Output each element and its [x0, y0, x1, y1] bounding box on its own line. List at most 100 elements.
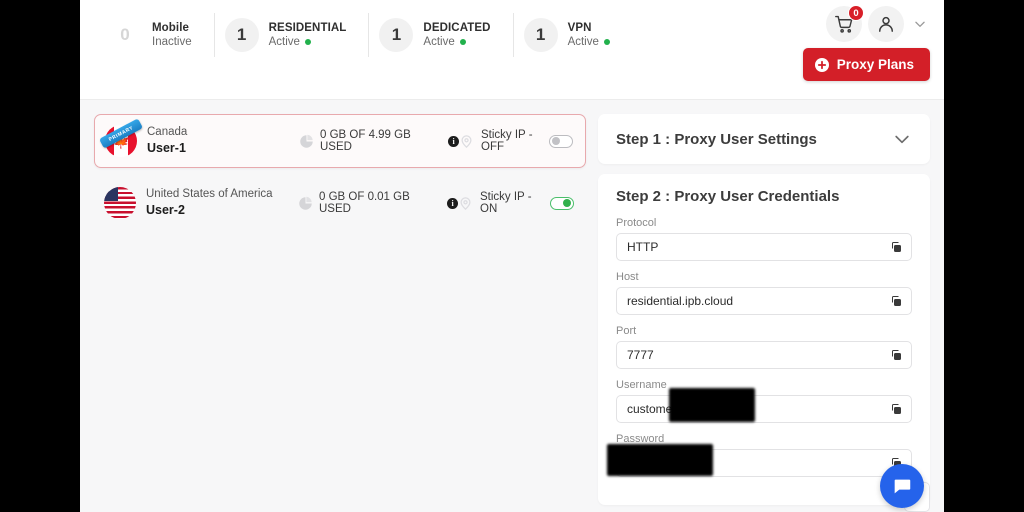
toggle-knob [552, 137, 560, 145]
data-usage-icon [299, 134, 314, 149]
field-host-label: Host [616, 271, 639, 283]
field-password-box[interactable] [607, 444, 912, 477]
step2-title: Step 2 : Proxy User Credentials [616, 188, 840, 205]
proxy-plans-label: Proxy Plans [836, 57, 914, 72]
stat-mobile-count: 0 [120, 25, 130, 44]
field-host-value: residential.ipb.cloud [627, 294, 734, 308]
password-redaction-bar [607, 444, 713, 476]
field-password: Password [607, 433, 912, 477]
proxy-user-2-sticky-toggle[interactable] [550, 196, 574, 210]
location-pin-icon [458, 196, 473, 211]
field-protocol: Protocol HTTP [616, 217, 912, 261]
copy-icon[interactable] [890, 241, 902, 253]
chat-support-button[interactable] [880, 464, 924, 508]
info-icon[interactable]: i [448, 135, 459, 147]
active-dot-icon [304, 39, 311, 46]
proxy-user-2-usage-text: 0 GB OF 0.01 GB USED [319, 191, 410, 215]
step1-card[interactable]: Step 1 : Proxy User Settings [598, 114, 930, 164]
proxy-user-2-sticky-label: Sticky IP - ON [480, 191, 532, 215]
proxy-user-row-2[interactable]: United States of America User-2 0 GB OF … [94, 176, 586, 230]
proxy-user-2-identity: United States of America User-2 [146, 187, 298, 218]
proxy-plans-button[interactable]: Proxy Plans [802, 48, 930, 81]
stat-dedicated-status: Active [423, 35, 490, 49]
proxy-user-2-country: United States of America [146, 188, 273, 201]
app-window: 0 Mobile Inactive 1 RESIDENTIAL Active 1… [80, 0, 944, 512]
proxy-user-2-id: User-2 [146, 203, 185, 218]
proxy-user-1-identity: Canada User-1 [147, 125, 299, 156]
stat-dedicated-title: DEDICATED [423, 21, 491, 34]
stat-vpn-status-label: Active [567, 36, 599, 48]
location-pin-icon [459, 134, 474, 149]
step2-card: Step 2 : Proxy User Credentials Protocol… [598, 174, 930, 505]
stat-residential-count: 1 [224, 18, 259, 52]
account-menu-toggle[interactable] [910, 14, 930, 34]
chat-bubble-icon [894, 479, 911, 494]
field-protocol-label: Protocol [616, 217, 657, 229]
cart-button[interactable]: 0 [826, 5, 864, 42]
stat-dedicated-count: 1 [379, 18, 414, 52]
user-avatar-icon [879, 16, 893, 32]
toggle-knob [563, 199, 571, 207]
proxy-user-2-flag-wrap [104, 187, 136, 219]
proxy-setup-panel: Step 1 : Proxy User Settings Step 2 : Pr… [598, 114, 930, 512]
chevron-down-icon [915, 21, 925, 27]
copy-icon[interactable] [890, 403, 902, 415]
usa-flag-icon [104, 187, 136, 219]
cart-badge: 0 [848, 5, 864, 21]
account-button[interactable] [868, 6, 904, 42]
step1-title: Step 1 : Proxy User Settings [616, 130, 817, 148]
field-port-box[interactable]: 7777 [616, 341, 912, 369]
info-icon[interactable]: i [447, 197, 458, 209]
proxy-user-1-flag-wrap: 🍁 PRIMARY [98, 118, 144, 157]
field-port-label: Port [616, 325, 637, 337]
proxy-user-row-1[interactable]: 🍁 PRIMARY Canada User-1 0 GB OF 4.99 GB … [94, 114, 586, 168]
copy-icon[interactable] [890, 349, 902, 361]
step1-collapse-toggle[interactable] [892, 129, 912, 149]
field-username: Username customer [616, 379, 912, 423]
stat-vpn-count: 1 [523, 18, 558, 52]
stat-dedicated[interactable]: 1 DEDICATED Active [369, 13, 514, 57]
field-protocol-value: HTTP [627, 240, 659, 254]
proxy-user-2-usage: 0 GB OF 0.01 GB USED i [298, 191, 458, 215]
header-actions: 0 [826, 5, 930, 42]
proxy-user-2-sticky-ip: Sticky IP - ON [458, 191, 574, 215]
stat-vpn[interactable]: 1 VPN Active [514, 13, 632, 57]
stat-residential-status-label: Active [268, 36, 300, 48]
stat-mobile-status-label: Inactive [152, 36, 192, 48]
active-dot-icon [603, 39, 610, 46]
stat-residential-status: Active [269, 35, 347, 49]
active-dot-icon [459, 39, 466, 46]
page-header: 0 Mobile Inactive 1 RESIDENTIAL Active 1… [80, 0, 944, 100]
plus-circle-icon [814, 57, 829, 72]
step1-header[interactable]: Step 1 : Proxy User Settings [598, 114, 930, 164]
stat-mobile-title: Mobile [152, 21, 190, 34]
proxy-user-1-sticky-toggle[interactable] [549, 134, 573, 148]
proxy-user-1-sticky-label: Sticky IP - OFF [481, 129, 533, 153]
field-protocol-box[interactable]: HTTP [616, 233, 912, 261]
proxy-user-1-sticky-ip: Sticky IP - OFF [459, 129, 573, 153]
proxy-user-list: 🍁 PRIMARY Canada User-1 0 GB OF 4.99 GB … [94, 114, 586, 512]
stat-residential-title: RESIDENTIAL [268, 21, 347, 34]
stat-vpn-status: Active [568, 35, 610, 49]
field-username-label: Username [616, 379, 667, 391]
proxy-user-1-id: User-1 [147, 141, 186, 156]
field-host-box[interactable]: residential.ipb.cloud [616, 287, 912, 315]
stat-mobile[interactable]: 0 Mobile Inactive [98, 13, 215, 57]
main-content: 🍁 PRIMARY Canada User-1 0 GB OF 4.99 GB … [80, 100, 944, 512]
screenshot-stage: 0 Mobile Inactive 1 RESIDENTIAL Active 1… [0, 0, 1024, 512]
data-usage-icon [298, 196, 313, 211]
stat-residential[interactable]: 1 RESIDENTIAL Active [215, 13, 370, 57]
service-stats-bar: 0 Mobile Inactive 1 RESIDENTIAL Active 1… [80, 10, 632, 60]
chevron-down-icon [895, 135, 909, 144]
stat-mobile-status: Inactive [152, 35, 192, 49]
proxy-user-1-usage: 0 GB OF 4.99 GB USED i [299, 129, 459, 153]
stat-dedicated-status-label: Active [423, 36, 455, 48]
stat-vpn-title: VPN [567, 21, 592, 34]
field-port-value: 7777 [627, 348, 654, 362]
field-host: Host residential.ipb.cloud [616, 271, 912, 315]
field-port: Port 7777 [616, 325, 912, 369]
username-redaction-bar [669, 388, 755, 422]
field-username-box[interactable]: customer [616, 388, 912, 423]
proxy-user-1-country: Canada [147, 126, 188, 139]
copy-icon[interactable] [890, 295, 902, 307]
